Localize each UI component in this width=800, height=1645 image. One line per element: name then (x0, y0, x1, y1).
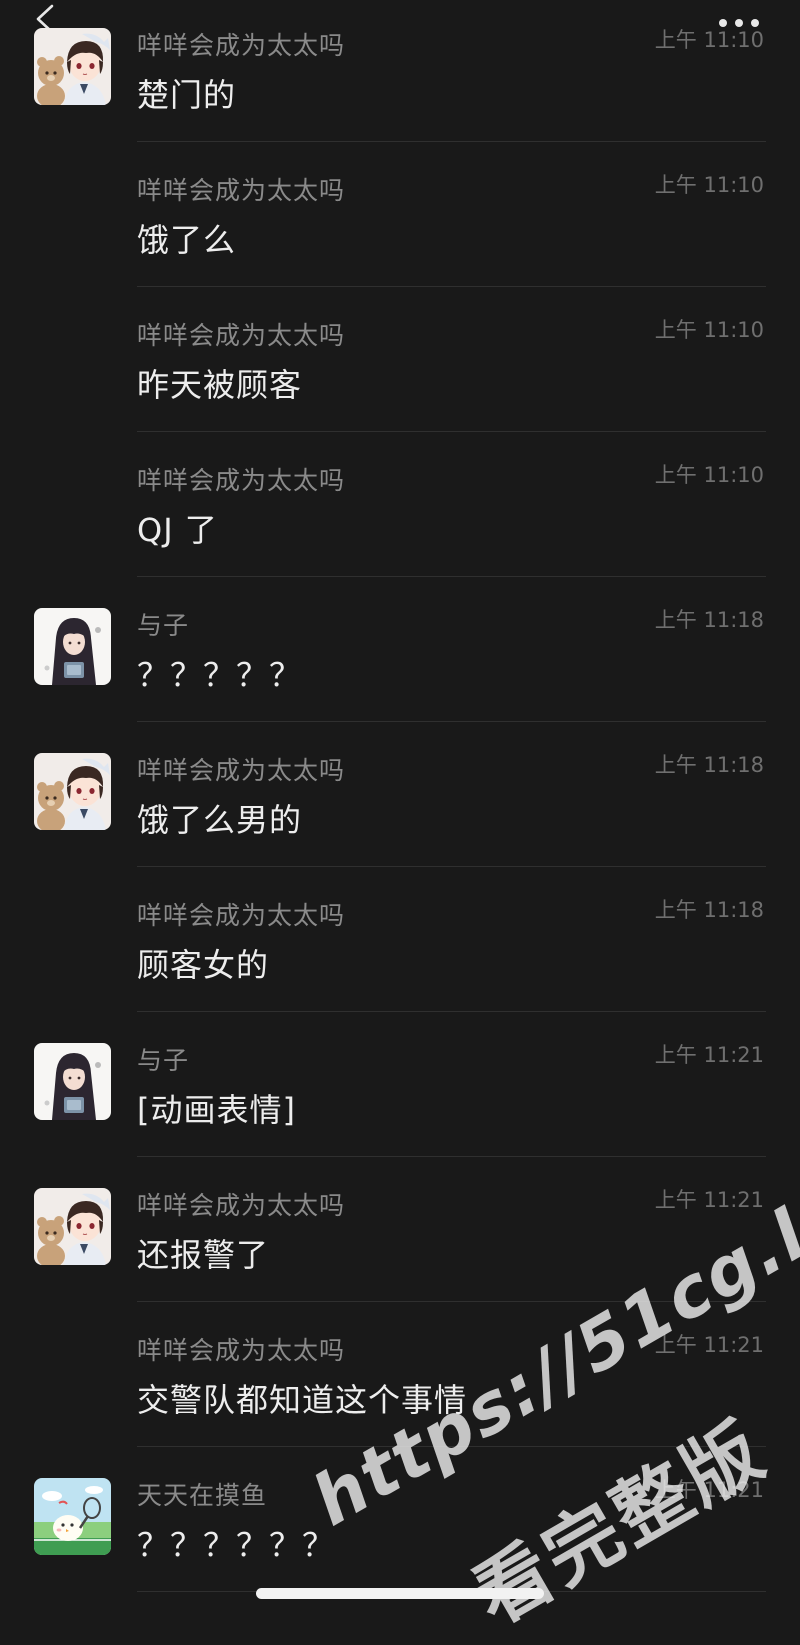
message-row[interactable]: 天天在摸鱼 上午 11:21 ？？？？？？ (0, 1450, 800, 1595)
message-divider (137, 1301, 766, 1302)
message-text[interactable]: 饿了么男的 (137, 795, 302, 841)
home-indicator (256, 1588, 544, 1599)
sender-name: 咩咩会成为太太吗 (137, 31, 346, 60)
sender-name: 咩咩会成为太太吗 (137, 321, 346, 350)
sender-name: 咩咩会成为太太吗 (137, 466, 346, 495)
message-divider (137, 141, 766, 142)
message-time: 上午 11:10 (654, 463, 764, 487)
message-divider (137, 721, 766, 722)
avatar-yuzi[interactable] (34, 608, 111, 685)
sender-name: 咩咩会成为太太吗 (137, 756, 346, 785)
message-text[interactable]: 饿了么 (137, 215, 236, 261)
message-row[interactable]: 咩咩会成为太太吗 上午 11:21 还报警了 (0, 1160, 800, 1305)
message-divider (137, 1446, 766, 1447)
message-text[interactable]: 还报警了 (137, 1230, 269, 1276)
message-row[interactable]: 与子 上午 11:21 [动画表情] (0, 1015, 800, 1160)
message-row[interactable]: 咩咩会成为太太吗 上午 11:10 饿了么 (0, 145, 800, 290)
message-text[interactable]: 昨天被顾客 (137, 360, 302, 406)
message-time: 上午 11:21 (654, 1043, 764, 1067)
message-time: 上午 11:21 (654, 1333, 764, 1357)
message-time: 上午 11:21 (654, 1478, 764, 1502)
message-list: 咩咩会成为太太吗 上午 11:10 楚门的 咩咩会成为太太吗 上午 11:10 饿了么 咩咩… (0, 0, 800, 1595)
message-time: 上午 11:10 (654, 173, 764, 197)
message-divider (137, 431, 766, 432)
message-text[interactable]: [动画表情] (137, 1085, 296, 1131)
sender-name: 天天在摸鱼 (137, 1481, 268, 1510)
message-time: 上午 11:18 (654, 608, 764, 632)
message-time: 上午 11:10 (654, 28, 764, 52)
message-divider (137, 1011, 766, 1012)
message-time: 上午 11:18 (654, 753, 764, 777)
message-text[interactable]: QJ 了 (137, 505, 218, 551)
sender-name: 与子 (137, 611, 190, 640)
sender-name: 咩咩会成为太太吗 (137, 176, 346, 205)
message-time: 上午 11:10 (654, 318, 764, 342)
message-divider (137, 1156, 766, 1157)
sender-name: 与子 (137, 1046, 190, 1075)
message-text[interactable]: 交警队都知道这个事情 (137, 1375, 467, 1421)
avatar-meimei[interactable] (34, 1188, 111, 1265)
message-divider (137, 286, 766, 287)
message-text[interactable]: 顾客女的 (137, 940, 269, 986)
message-divider (137, 866, 766, 867)
message-row[interactable]: 咩咩会成为太太吗 上午 11:18 饿了么男的 (0, 725, 800, 870)
avatar-yuzi[interactable] (34, 1043, 111, 1120)
message-row[interactable]: 咩咩会成为太太吗 上午 11:10 QJ 了 (0, 435, 800, 580)
message-row[interactable]: 咩咩会成为太太吗 上午 11:10 昨天被顾客 (0, 290, 800, 435)
message-divider (137, 576, 766, 577)
message-text[interactable]: 楚门的 (137, 70, 236, 116)
avatar-tiantian[interactable] (34, 1478, 111, 1555)
avatar-meimei[interactable] (34, 28, 111, 105)
sender-name: 咩咩会成为太太吗 (137, 901, 346, 930)
sender-name: 咩咩会成为太太吗 (137, 1191, 346, 1220)
message-text[interactable]: ？？？？？ (137, 650, 302, 696)
message-row[interactable]: 咩咩会成为太太吗 上午 11:21 交警队都知道这个事情 (0, 1305, 800, 1450)
message-time: 上午 11:21 (654, 1188, 764, 1212)
message-row[interactable]: 咩咩会成为太太吗 上午 11:18 顾客女的 (0, 870, 800, 1015)
message-row[interactable]: 咩咩会成为太太吗 上午 11:10 楚门的 (0, 0, 800, 145)
message-row[interactable]: 与子 上午 11:18 ？？？？？ (0, 580, 800, 725)
sender-name: 咩咩会成为太太吗 (137, 1336, 346, 1365)
avatar-meimei[interactable] (34, 753, 111, 830)
message-text[interactable]: ？？？？？？ (137, 1520, 335, 1566)
message-time: 上午 11:18 (654, 898, 764, 922)
